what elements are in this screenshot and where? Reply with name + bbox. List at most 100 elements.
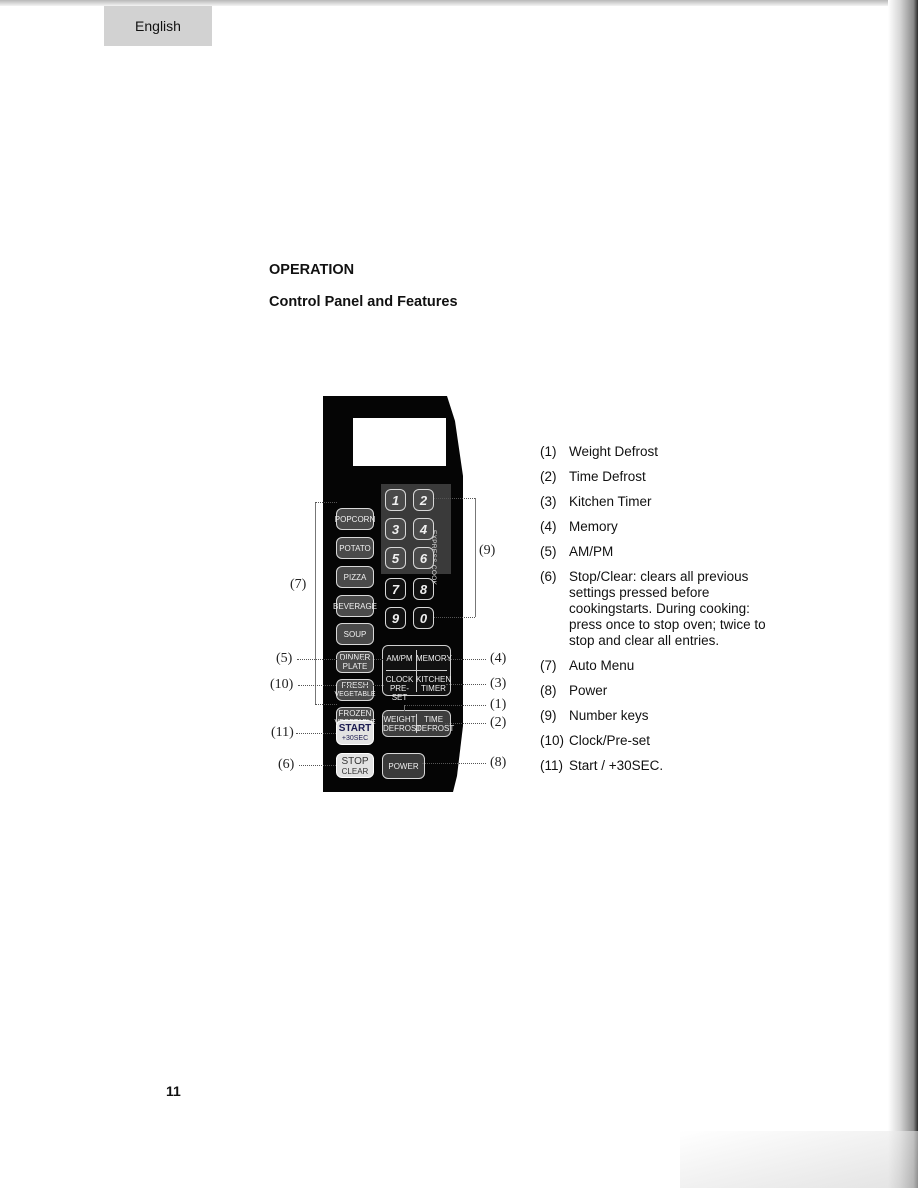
callout-1: (1) xyxy=(490,697,507,712)
page-number: 11 xyxy=(166,1083,181,1099)
legend-number: (6) xyxy=(540,569,557,584)
legend-item: (1) Weight Defrost xyxy=(540,444,780,460)
potato-label: POTATO xyxy=(339,543,371,553)
clock-label-line1: CLOCK xyxy=(385,675,414,684)
legend-number: (2) xyxy=(540,469,557,484)
number-key-4: 4 xyxy=(413,518,434,540)
frozen-vegetable-label-line1: FROZEN xyxy=(338,709,372,718)
callout-9-bracket xyxy=(475,498,476,617)
legend-text: Kitchen Timer xyxy=(569,494,652,509)
weight-defrost-line1: WEIGHT xyxy=(383,715,416,724)
pizza-label: PIZZA xyxy=(343,572,367,582)
beverage-label: BEVERAGE xyxy=(333,601,378,611)
stop-clear-button: STOP CLEAR xyxy=(336,753,374,778)
legend-item: (9) Number keys xyxy=(540,708,780,724)
group-divider-horizontal xyxy=(386,670,447,671)
panel-display-window xyxy=(353,418,446,466)
page-corner-shadow xyxy=(680,1131,918,1188)
power-button: POWER xyxy=(382,753,425,779)
legend-text: Memory xyxy=(569,519,618,534)
language-tab-label: English xyxy=(135,18,181,34)
kitchen-timer-label-line1: KITCHEN xyxy=(416,675,452,684)
callout-2-line xyxy=(445,723,486,724)
legend-number: (5) xyxy=(540,544,557,559)
language-tab: English xyxy=(104,6,212,46)
weight-defrost-button: WEIGHT DEFROST xyxy=(383,715,421,733)
legend-item: (2) Time Defrost xyxy=(540,469,780,485)
clock-label-line2: PRE-SET xyxy=(389,684,410,702)
number-key-9: 9 xyxy=(385,607,406,629)
callout-9-top-line xyxy=(434,498,475,499)
dinner-plate-label-line2: PLATE xyxy=(342,662,368,671)
kitchen-timer-label-line2: TIMER xyxy=(421,684,446,693)
callout-4-line xyxy=(446,659,486,660)
soup-button: SOUP xyxy=(336,623,374,645)
start-label: START xyxy=(338,722,372,734)
time-defrost-line2: DEFROST xyxy=(416,724,455,733)
callout-7-top-tick xyxy=(315,502,337,503)
legend-item: (10) Clock/Pre-set xyxy=(540,733,780,749)
time-defrost-button: TIME DEFROST xyxy=(416,715,455,733)
number-key-5: 5 xyxy=(385,547,406,569)
legend-number: (9) xyxy=(540,708,557,723)
legend-number: (4) xyxy=(540,519,557,534)
callout-3: (3) xyxy=(490,676,507,691)
callout-2: (2) xyxy=(490,715,507,730)
callout-9: (9) xyxy=(479,543,496,558)
callout-9-bottom-line xyxy=(434,617,475,618)
start-sublabel: +30SEC xyxy=(341,734,369,742)
number-key-3: 3 xyxy=(385,518,406,540)
page-binding-edge xyxy=(888,0,918,1188)
number-key-1: 1 xyxy=(385,489,406,511)
stop-label: STOP xyxy=(341,755,369,767)
callout-5-line xyxy=(297,659,383,660)
feature-legend: (1) Weight Defrost (2) Time Defrost (3) … xyxy=(540,444,780,783)
number-key-8: 8 xyxy=(413,578,434,600)
legend-number: (8) xyxy=(540,683,557,698)
ampm-button: AM/PM xyxy=(386,654,413,663)
legend-text: Auto Menu xyxy=(569,658,635,673)
potato-button: POTATO xyxy=(336,537,374,559)
pizza-button: PIZZA xyxy=(336,566,374,588)
callout-10: (10) xyxy=(270,677,294,692)
callout-11: (11) xyxy=(271,725,294,740)
legend-item: (11) Start / +30SEC. xyxy=(540,758,780,774)
callout-10-line xyxy=(298,685,384,686)
callout-3-line xyxy=(446,684,486,685)
legend-item: (8) Power xyxy=(540,683,780,699)
legend-text: AM/PM xyxy=(569,544,614,559)
fresh-vegetable-button: FRESH VEGETABLE xyxy=(334,679,376,701)
number-key-7: 7 xyxy=(385,578,406,600)
number-key-2: 2 xyxy=(413,489,434,511)
callout-7-bracket xyxy=(315,502,316,704)
legend-item: (3) Kitchen Timer xyxy=(540,494,780,510)
legend-text: Power xyxy=(569,683,608,698)
callout-11-line xyxy=(296,733,336,734)
legend-item: (6) Stop/Clear: clears all previous sett… xyxy=(540,569,780,649)
legend-text: Stop/Clear: clears all previous settings… xyxy=(569,569,766,648)
number-key-0: 0 xyxy=(413,607,434,629)
clock-preset-button: CLOCK PRE-SET xyxy=(383,675,416,702)
callout-1-line xyxy=(404,705,486,706)
callout-8: (8) xyxy=(490,755,507,770)
legend-number: (1) xyxy=(540,444,557,459)
legend-number: (7) xyxy=(540,658,557,673)
callout-5: (5) xyxy=(276,651,293,666)
section-title: OPERATION xyxy=(269,262,355,278)
power-label: POWER xyxy=(388,761,419,771)
callout-6: (6) xyxy=(278,757,295,772)
callout-7: (7) xyxy=(290,577,307,592)
legend-number: (10) xyxy=(540,733,565,748)
start-button: START +30SEC xyxy=(336,720,374,745)
clear-label: CLEAR xyxy=(341,766,369,776)
legend-number: (11) xyxy=(540,758,564,773)
number-key-6: 6 xyxy=(413,547,434,569)
callout-6-line xyxy=(299,765,336,766)
callout-4: (4) xyxy=(490,651,507,666)
callout-1-tick xyxy=(404,705,405,711)
legend-text: Time Defrost xyxy=(569,469,646,484)
legend-number: (3) xyxy=(540,494,557,509)
callout-8-line xyxy=(422,763,486,764)
legend-item: (7) Auto Menu xyxy=(540,658,780,674)
fresh-vegetable-label-line2: VEGETABLE xyxy=(334,691,376,698)
